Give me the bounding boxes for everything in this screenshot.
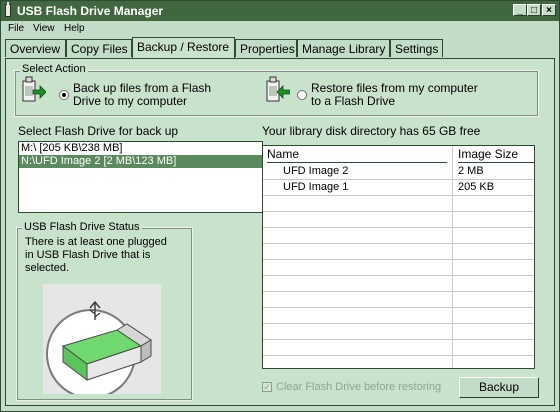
status-line-1: There is at least one plugged [25,236,167,248]
backup-option-line2: Drive to my computer [73,94,188,108]
tab-manage-library[interactable]: Manage Library [297,39,390,57]
table-row[interactable]: UFD Image 2 2 MB [263,163,534,180]
restore-option-line2: to a Flash Drive [311,94,396,108]
table-row-empty [263,339,534,356]
menu-bar: File View Help [1,21,559,37]
column-header-image-size[interactable]: Image Size [458,146,534,163]
library-table[interactable]: Name Image Size UFD Image 2 2 MB UFD Ima… [262,145,535,369]
usb-port-illustration [43,284,161,394]
drive-list-item-selected[interactable]: N:\UFD Image 2 [2 MB\123 MB] [19,155,262,168]
column-header-name[interactable]: Name [267,146,447,163]
row-size: 2 MB [458,165,484,177]
clear-drive-checkbox[interactable]: ✓ [262,382,272,392]
menu-file[interactable]: File [8,23,24,34]
drive-list-item[interactable]: M:\ [205 KB\238 MB] [19,142,262,155]
row-name: UFD Image 1 [283,181,349,193]
backup-button[interactable]: Backup [459,377,539,398]
menu-view[interactable]: View [33,23,55,34]
table-row-empty [263,275,534,292]
drive-select-label: Select Flash Drive for back up [18,124,179,138]
status-line-3: selected. [25,262,70,274]
table-row-empty [263,307,534,324]
table-row[interactable]: UFD Image 1 205 KB [263,179,534,196]
table-row-empty [263,291,534,308]
library-info: Your library disk directory has 65 GB fr… [262,124,481,138]
app-window: USB Flash Drive Manager _ □ × File View … [0,0,560,412]
backup-radio[interactable] [59,90,69,100]
tab-backup-restore[interactable]: Backup / Restore [132,37,235,58]
table-row-empty [263,195,534,212]
drive-listbox[interactable]: M:\ [205 KB\238 MB] N:\UFD Image 2 [2 MB… [18,141,263,213]
restore-option-text[interactable]: Restore files from my computer to a Flas… [311,82,478,108]
backup-restore-panel: Select Action Back up files from a Flash… [5,58,555,406]
backup-drive-icon [22,76,46,102]
row-name: UFD Image 2 [283,165,349,177]
restore-radio[interactable] [297,90,307,100]
row-size: 205 KB [458,181,495,193]
backup-option-text[interactable]: Back up files from a Flash Drive to my c… [73,82,211,108]
status-message: There is at least one plugged in USB Fla… [25,236,167,275]
minimize-button[interactable]: _ [513,4,527,16]
menu-help[interactable]: Help [64,23,85,34]
table-row-empty [263,355,534,368]
status-group-label: USB Flash Drive Status [22,221,142,233]
title-bar[interactable]: USB Flash Drive Manager _ □ × [1,1,559,21]
table-row-empty [263,211,534,228]
table-row-empty [263,243,534,260]
tab-settings[interactable]: Settings [390,39,443,57]
maximize-button[interactable]: □ [527,4,541,16]
restore-drive-icon [266,76,290,102]
table-row-empty [263,259,534,276]
select-action-label: Select Action [20,63,88,75]
close-button[interactable]: × [542,4,556,16]
table-row-empty [263,227,534,244]
status-line-2: in USB Flash Drive that is [25,249,151,261]
table-row-empty [263,323,534,340]
tab-overview[interactable]: Overview [5,39,66,57]
window-title: USB Flash Drive Manager [17,4,164,18]
tab-properties[interactable]: Properties [235,39,297,57]
usb-drive-icon [5,2,11,17]
clear-drive-label[interactable]: Clear Flash Drive before restoring [276,381,441,393]
tab-copy-files[interactable]: Copy Files [66,39,132,57]
